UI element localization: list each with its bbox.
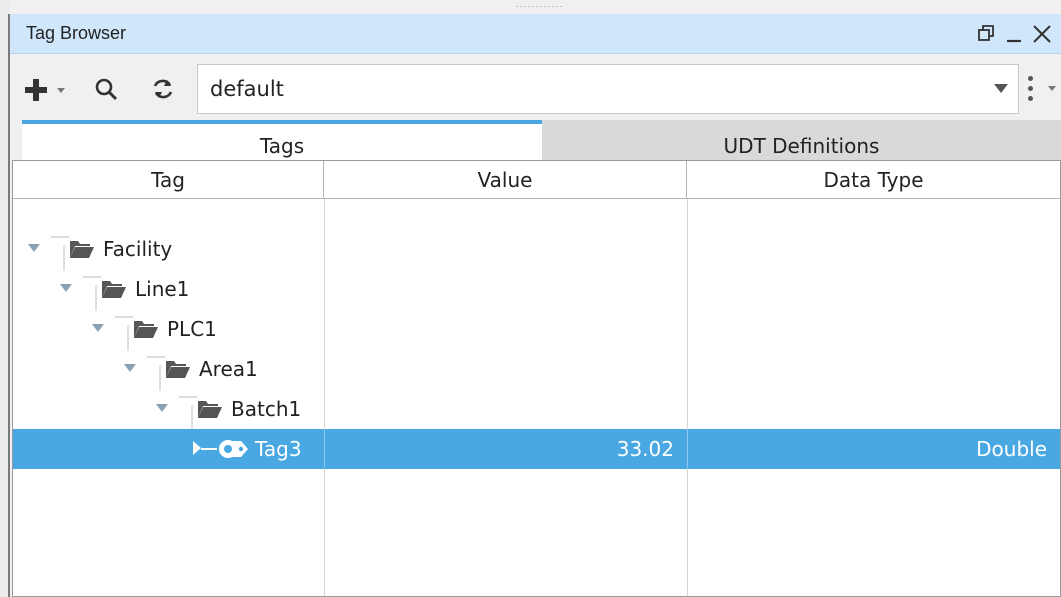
tree-node-label: Tag3 (255, 437, 302, 461)
column-header-tag[interactable]: Tag (13, 161, 324, 198)
tag-provider-value: default (210, 77, 284, 101)
close-icon[interactable] (1028, 20, 1056, 48)
tree-row-plc1[interactable]: PLC1 (13, 309, 1060, 349)
minimize-icon[interactable] (1000, 20, 1028, 48)
tree-node-label: Facility (103, 237, 173, 261)
kebab-menu-icon[interactable] (1028, 76, 1033, 106)
expanded-chevron-icon[interactable] (59, 283, 73, 293)
folder-open-icon (102, 281, 126, 298)
expanded-chevron-icon[interactable] (27, 243, 41, 253)
folder-open-icon (70, 241, 94, 258)
tree-row-batch1[interactable]: Batch1 (13, 389, 1060, 429)
chevron-down-icon[interactable] (994, 84, 1008, 93)
tree-node-label: Batch1 (231, 397, 302, 421)
tree-connector (201, 448, 217, 450)
tree-row-line1[interactable]: Line1 (13, 269, 1060, 309)
table-header: Tag Value Data Type (13, 161, 1060, 199)
plus-icon[interactable] (22, 76, 50, 104)
expanded-chevron-icon[interactable] (155, 403, 169, 413)
expanded-chevron-icon[interactable] (91, 323, 105, 333)
column-header-value[interactable]: Value (324, 161, 687, 198)
tree-row-facility[interactable]: Facility (13, 229, 1060, 269)
window-title: Tag Browser (26, 23, 127, 43)
folder-open-icon (134, 321, 158, 338)
search-icon[interactable] (93, 76, 119, 102)
tree-node-label: Area1 (199, 357, 258, 381)
restore-window-icon[interactable] (972, 20, 1000, 48)
drag-grip[interactable] (516, 6, 564, 9)
title-bar[interactable]: Tag Browser (10, 14, 1061, 54)
tag-icon (219, 440, 248, 458)
folder-open-icon (166, 361, 190, 378)
menu-caret-icon[interactable] (1048, 86, 1056, 91)
add-dropdown-caret-icon[interactable] (56, 87, 66, 95)
refresh-icon[interactable] (150, 76, 176, 102)
expanded-chevron-icon[interactable] (123, 363, 137, 373)
tree-row-area1[interactable]: Area1 (13, 349, 1060, 389)
tag-data-type: Double (976, 437, 1047, 461)
tree-row-tag3[interactable]: Tag3 33.02 Double (13, 429, 1060, 469)
tag-table: Tag Value Data Type Facility Line1 PLC1 … (12, 160, 1061, 597)
column-header-data-type[interactable]: Data Type (687, 161, 1060, 198)
tag-value[interactable]: 33.02 (324, 437, 674, 461)
tag-provider-dropdown[interactable]: default (197, 64, 1019, 114)
folder-open-icon (198, 401, 222, 418)
tree-node-label: PLC1 (167, 317, 217, 341)
tree-node-label: Line1 (135, 277, 190, 301)
